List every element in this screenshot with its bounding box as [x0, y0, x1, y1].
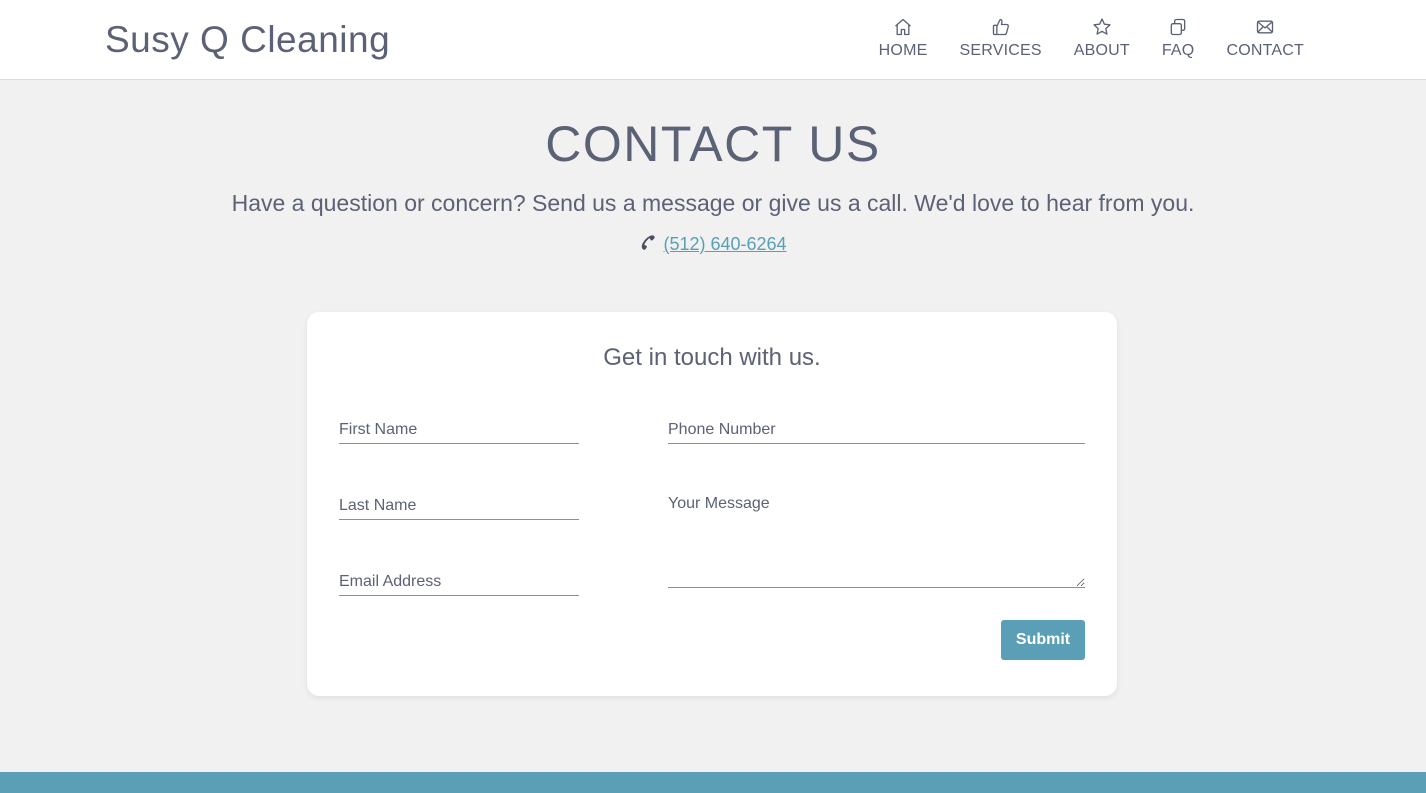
nav-label-about: ABOUT: [1073, 42, 1130, 59]
nav-item-faq[interactable]: FAQ: [1162, 16, 1195, 60]
first-name-input[interactable]: [339, 416, 579, 444]
phone-icon: [639, 233, 657, 256]
page-title: CONTACT US: [545, 116, 881, 172]
copy-icon: [1167, 16, 1189, 38]
site-header: Susy Q Cleaning HOME SERVICES ABOUT FAQ: [0, 0, 1426, 80]
thumbs-up-icon: [990, 16, 1012, 38]
last-name-input[interactable]: [339, 492, 579, 520]
envelope-icon: [1254, 16, 1276, 38]
phone-number-input[interactable]: [668, 416, 1085, 444]
nav-item-about[interactable]: ABOUT: [1074, 16, 1130, 60]
nav-label-faq: FAQ: [1161, 42, 1195, 59]
footer-bar: [0, 772, 1426, 793]
star-icon: [1091, 16, 1113, 38]
nav-item-home[interactable]: HOME: [879, 16, 928, 60]
brand-logo[interactable]: Susy Q Cleaning: [105, 18, 390, 62]
submit-button[interactable]: Submit: [1001, 620, 1085, 660]
nav-item-services[interactable]: SERVICES: [959, 16, 1042, 60]
message-textarea[interactable]: [668, 492, 1085, 588]
main-nav: HOME SERVICES ABOUT FAQ CONTACT: [847, 16, 1304, 60]
contact-form-card: Get in touch with us. Submit: [307, 312, 1117, 696]
nav-item-contact[interactable]: CONTACT: [1226, 16, 1304, 60]
phone-row: (512) 640-6264: [0, 233, 1426, 256]
nav-label-services: SERVICES: [959, 42, 1042, 59]
form-title: Get in touch with us.: [603, 344, 821, 371]
nav-label-contact: CONTACT: [1226, 42, 1304, 59]
nav-label-home: HOME: [878, 42, 928, 59]
phone-link[interactable]: (512) 640-6264: [663, 234, 786, 255]
page-subtitle: Have a question or concern? Send us a me…: [231, 190, 1195, 216]
home-icon: [892, 16, 914, 38]
email-input[interactable]: [339, 568, 579, 596]
